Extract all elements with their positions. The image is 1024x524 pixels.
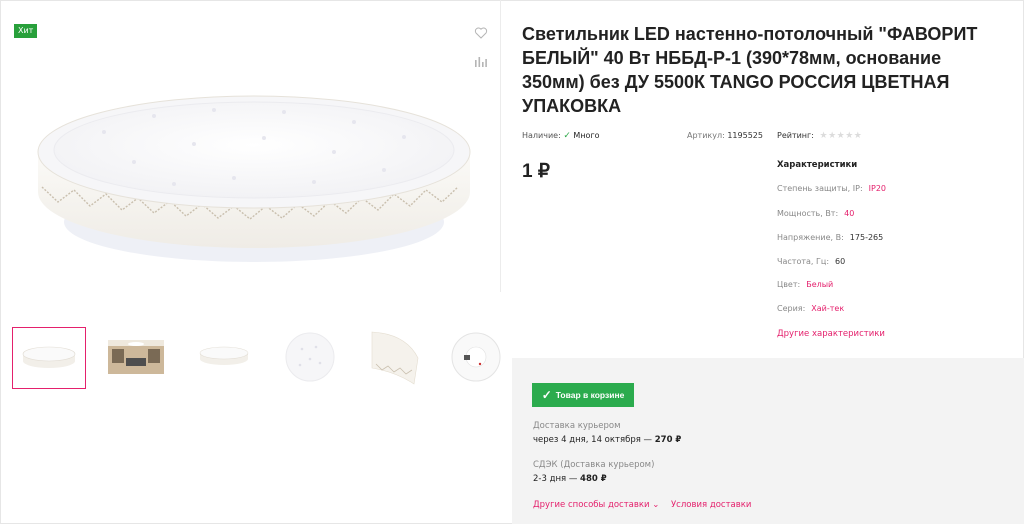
rating-label: Рейтинг: [777, 131, 814, 140]
star-icon[interactable]: ★ [837, 131, 846, 141]
compare-icon[interactable] [474, 56, 488, 68]
delivery-terms-link[interactable]: Условия доставки [671, 500, 751, 510]
char-row-frequency: Частота, Гц: 60 [777, 257, 845, 266]
product-price: 1 ₽ [522, 161, 550, 182]
char-row-power: Мощность, Вт: 40 [777, 209, 854, 218]
other-delivery-label: Другие способы доставки [533, 500, 650, 510]
star-icon[interactable]: ★ [828, 131, 837, 141]
product-main-image[interactable] [34, 92, 474, 272]
delivery-courier-date: через 4 дня, 14 октября — [533, 435, 653, 445]
availability: Наличие: ✓ Много [522, 131, 600, 141]
availability-value: Много [573, 131, 600, 140]
gallery-divider [500, 0, 501, 292]
char-label: Цвет: [777, 280, 801, 289]
thumbnail-4[interactable] [274, 327, 346, 387]
thumbnail-5[interactable] [358, 327, 430, 387]
delivery-cdek-price: 480 ₽ [580, 474, 607, 484]
delivery-cdek-date: 2-3 дня — [533, 474, 578, 484]
char-value: 175-265 [849, 233, 884, 242]
thumbnail-6[interactable] [440, 327, 512, 387]
char-value[interactable]: 40 [844, 209, 854, 218]
star-icon[interactable]: ★ [845, 131, 854, 141]
thumbnail-strip [12, 327, 502, 389]
char-label: Напряжение, В: [777, 233, 844, 242]
article-value: 1195525 [727, 131, 763, 140]
star-icon[interactable]: ★ [819, 131, 828, 141]
thumbnail-2[interactable] [100, 327, 172, 387]
check-icon: ✓ [541, 388, 552, 402]
char-row-ip: Степень защиты, IP: IP20 [777, 184, 886, 193]
article-label: Артикул: [687, 131, 725, 140]
rating-stars[interactable]: ★★★★★ [819, 131, 862, 141]
char-value: 60 [835, 257, 846, 266]
chevron-down-icon: ⌄ [652, 500, 660, 510]
char-value[interactable]: IP20 [869, 184, 886, 193]
other-delivery-link[interactable]: Другие способы доставки ⌄ [533, 500, 659, 510]
hit-badge: Хит [14, 24, 38, 38]
char-label: Мощность, Вт: [777, 209, 839, 218]
star-icon[interactable]: ★ [854, 131, 863, 141]
thumbnail-1[interactable] [12, 327, 86, 389]
delivery-cdek-label: СДЭК (Доставка курьером) [533, 460, 655, 470]
cart-button-label: Товар в корзине [555, 390, 625, 400]
char-value[interactable]: Хай-тек [811, 304, 844, 313]
delivery-courier-label: Доставка курьером [533, 421, 621, 431]
char-label: Серия: [777, 304, 806, 313]
char-row-color: Цвет: Белый [777, 280, 833, 289]
characteristics-title: Характеристики [777, 160, 858, 170]
delivery-courier-price: 270 ₽ [654, 435, 682, 445]
check-icon: ✓ [563, 131, 571, 141]
rating: Рейтинг: ★★★★★ [777, 131, 862, 141]
product-title: Светильник LED настенно-потолочный "ФАВО… [522, 24, 978, 116]
char-row-series: Серия: Хай-тек [777, 304, 844, 313]
char-label: Частота, Гц: [777, 257, 830, 266]
delivery-cdek-value: 2-3 дня — 480 ₽ [533, 474, 607, 484]
article-info: Артикул: 1195525 [687, 131, 763, 140]
heart-icon[interactable] [474, 26, 488, 40]
char-value[interactable]: Белый [806, 280, 833, 289]
other-characteristics-link[interactable]: Другие характеристики [777, 329, 885, 339]
availability-label: Наличие: [522, 131, 561, 140]
thumbnail-3[interactable] [188, 327, 260, 387]
in-cart-button[interactable]: ✓ Товар в корзине [532, 383, 634, 407]
delivery-courier-value: через 4 дня, 14 октября — 270 ₽ [533, 435, 681, 445]
char-row-voltage: Напряжение, В: 175-265 [777, 233, 883, 242]
char-label: Степень защиты, IP: [777, 184, 863, 193]
